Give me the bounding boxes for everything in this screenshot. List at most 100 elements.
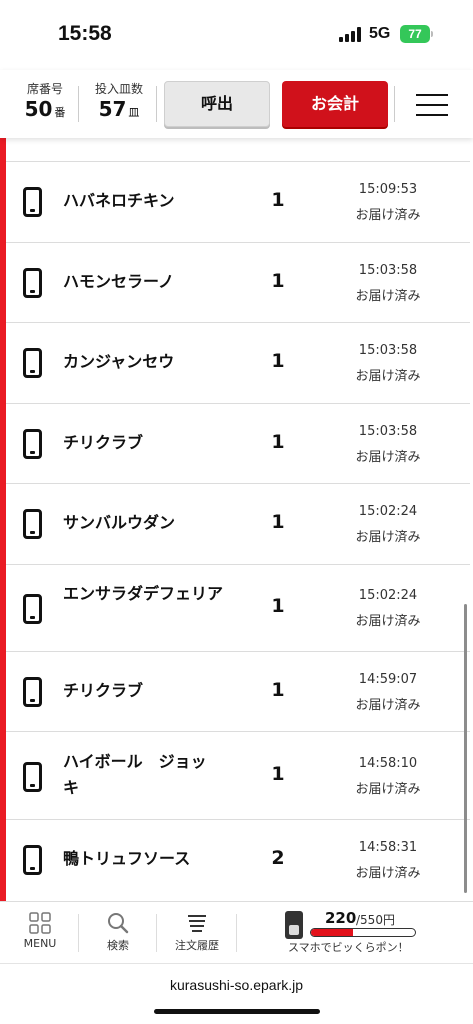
order-time: 15:02:24 xyxy=(358,588,418,603)
divider xyxy=(78,86,79,122)
list-item-partial xyxy=(6,138,470,162)
nav-order-history[interactable]: 注文履歴 xyxy=(166,902,228,964)
nav-menu[interactable]: MENU xyxy=(12,902,68,964)
item-name: サンバルウダン xyxy=(63,513,176,532)
item-name: チリクラブ xyxy=(63,681,144,700)
item-quantity: 1 xyxy=(271,350,285,372)
order-time: 15:02:24 xyxy=(358,504,418,519)
smartphone-icon xyxy=(23,187,42,217)
item-name: エンサラダデフェリア xyxy=(63,584,224,603)
plates-label: 投入皿数 xyxy=(94,82,143,96)
item-quantity: 1 xyxy=(271,511,285,533)
checkout-button[interactable]: お会計 xyxy=(282,81,388,127)
delivery-status: お届け済み xyxy=(355,782,421,797)
divider xyxy=(236,914,237,952)
home-indicator[interactable] xyxy=(154,1009,320,1014)
seat-number: 50 xyxy=(24,97,53,121)
url-text[interactable]: kurasushi-so.epark.jp xyxy=(0,977,473,993)
item-name: ハバネロチキン xyxy=(63,191,175,210)
divider xyxy=(156,86,157,122)
delivery-status: お届け済み xyxy=(355,289,421,304)
seat-unit: 番 xyxy=(54,106,66,119)
list-item: チリクラブ 1 15:03:58 お届け済み xyxy=(6,404,470,484)
plates-block: 投入皿数 57 皿 xyxy=(88,80,150,121)
battery-tip xyxy=(431,31,433,37)
delivery-status: お届け済み xyxy=(355,450,421,465)
stacked-plates-icon xyxy=(188,915,206,932)
order-time: 14:59:07 xyxy=(358,672,418,687)
promo-progress-fill xyxy=(311,929,353,936)
smartphone-icon xyxy=(23,845,42,875)
seat-number-block: 席番号 50 番 xyxy=(14,80,76,121)
delivery-status: お届け済み xyxy=(355,866,421,881)
smartphone-icon xyxy=(23,762,42,792)
delivery-status: お届け済み xyxy=(355,369,421,384)
item-name: ハイボール ジョッキ xyxy=(63,752,207,797)
item-quantity: 2 xyxy=(271,847,285,869)
seat-label: 席番号 xyxy=(26,82,63,96)
item-quantity: 1 xyxy=(271,763,285,785)
nav-menu-label: MENU xyxy=(23,937,57,950)
plates-unit: 皿 xyxy=(128,106,140,119)
promo-target: /550円 xyxy=(356,913,395,927)
signal-icon xyxy=(339,26,363,42)
item-name: 鴨トリュフソース xyxy=(63,849,191,868)
delivery-status: お届け済み xyxy=(355,614,421,629)
grid-icon xyxy=(29,912,51,934)
battery-icon: 77 xyxy=(400,25,430,43)
order-time: 15:03:58 xyxy=(358,343,418,358)
divider xyxy=(78,914,79,952)
order-time: 15:03:58 xyxy=(358,263,418,278)
smartphone-icon xyxy=(23,594,42,624)
list-item: カンジャンセウ 1 15:03:58 お届け済み xyxy=(6,323,470,404)
search-icon xyxy=(108,913,129,934)
list-item: ハイボール ジョッキ 1 14:58:10 お届け済み xyxy=(6,732,470,820)
order-time: 15:03:58 xyxy=(358,424,418,439)
scrollbar[interactable] xyxy=(464,604,467,893)
list-item: サンバルウダン 1 15:02:24 お届け済み xyxy=(6,484,470,565)
divider xyxy=(394,86,395,122)
list-item: ハモンセラーノ 1 15:03:58 お届け済み xyxy=(6,243,470,323)
nav-search-label: 検索 xyxy=(107,939,129,952)
list-item: チリクラブ 1 14:59:07 お届け済み xyxy=(6,652,470,732)
item-quantity: 1 xyxy=(271,189,285,211)
item-quantity: 1 xyxy=(271,431,285,453)
call-staff-button[interactable]: 呼出 xyxy=(164,81,270,127)
item-quantity: 1 xyxy=(271,270,285,292)
bikkura-pon-machine-icon xyxy=(285,911,303,939)
order-time: 15:09:53 xyxy=(358,182,418,197)
smartphone-icon xyxy=(23,348,42,378)
delivery-status: お届け済み xyxy=(355,208,421,223)
order-time: 14:58:31 xyxy=(358,840,418,855)
order-time: 14:58:10 xyxy=(358,756,418,771)
plates-number: 57 xyxy=(98,97,127,121)
item-name: チリクラブ xyxy=(63,433,144,452)
nav-order-history-label: 注文履歴 xyxy=(175,939,219,952)
promo-caption[interactable]: スマホでビッくらポン！ xyxy=(288,939,409,955)
item-quantity: 1 xyxy=(271,679,285,701)
divider xyxy=(156,914,157,952)
delivery-status: お届け済み xyxy=(355,530,421,545)
item-name: ハモンセラーノ xyxy=(63,272,175,291)
browser-url-bar[interactable]: kurasushi-so.epark.jp xyxy=(0,963,473,1024)
hamburger-menu-icon[interactable] xyxy=(416,94,448,116)
order-history-list[interactable]: ハバネロチキン 1 15:09:53 お届け済み ハモンセラーノ 1 15:03… xyxy=(0,138,473,901)
app-header: 席番号 50 番 投入皿数 57 皿 呼出 お会計 xyxy=(0,70,473,138)
list-item: エンサラダデフェリア 1 15:02:24 お届け済み xyxy=(6,565,470,652)
item-quantity: 1 xyxy=(271,595,285,617)
item-name: カンジャンセウ xyxy=(63,352,175,371)
status-bar: 15:58 5G 77 xyxy=(0,0,473,70)
smartphone-icon xyxy=(23,509,42,539)
promo-progress-bar xyxy=(310,928,416,937)
list-item: ハバネロチキン 1 15:09:53 お届け済み xyxy=(6,162,470,243)
promo-amount: 220 xyxy=(325,909,357,927)
smartphone-icon xyxy=(23,429,42,459)
nav-search[interactable]: 検索 xyxy=(90,902,146,964)
bottom-nav: MENU 検索 注文履歴 220 /550円 スマホでビッくらポン！ xyxy=(0,901,473,963)
clock: 15:58 xyxy=(58,22,112,45)
smartphone-icon xyxy=(23,268,42,298)
network-type: 5G xyxy=(369,25,391,42)
delivery-status: お届け済み xyxy=(355,698,421,713)
list-item: 鴨トリュフソース 2 14:58:31 お届け済み xyxy=(6,820,470,901)
smartphone-icon xyxy=(23,677,42,707)
